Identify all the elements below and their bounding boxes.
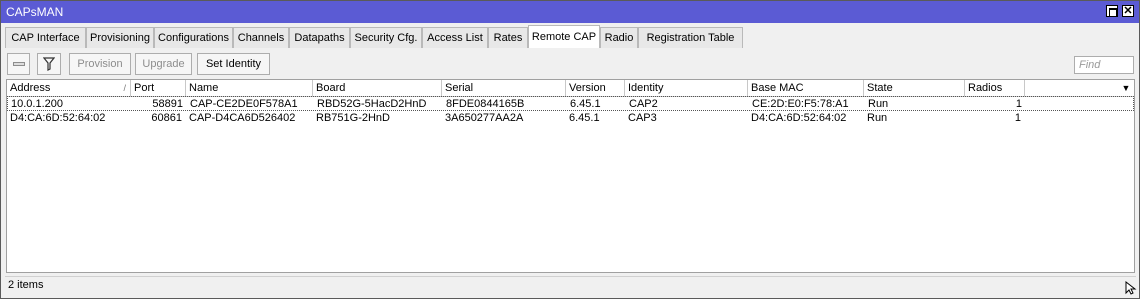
upgrade-button[interactable]: Upgrade — [135, 53, 192, 75]
cell-board: RBD52G-5HacD2HnD — [317, 98, 427, 110]
column-version[interactable]: Version — [566, 80, 625, 96]
cell-version: 6.45.1 — [569, 112, 600, 124]
column-state[interactable]: State — [864, 80, 965, 96]
status-bar: 2 items — [5, 276, 1136, 294]
column-address[interactable]: Address / — [7, 80, 131, 96]
toolbar: Provision Upgrade Set Identity Find — [5, 52, 1137, 78]
table-row[interactable]: D4:CA:6D:52:64:02 60861 CAP-D4CA6D526402… — [7, 111, 1134, 126]
tab-cap-interface[interactable]: CAP Interface — [5, 27, 86, 48]
mouse-cursor-icon — [1125, 281, 1137, 295]
column-port[interactable]: Port — [131, 80, 186, 96]
cell-address: 10.0.1.200 — [11, 98, 63, 110]
tab-radio[interactable]: Radio — [600, 27, 638, 48]
column-serial[interactable]: Serial — [442, 80, 566, 96]
cell-identity: CAP2 — [629, 98, 658, 110]
table-row[interactable]: 10.0.1.200 58891 CAP-CE2DE0F578A1 RBD52G… — [7, 96, 1134, 111]
tab-datapaths[interactable]: Datapaths — [289, 27, 350, 48]
column-board[interactable]: Board — [313, 80, 442, 96]
column-identity[interactable]: Identity — [625, 80, 748, 96]
filter-icon — [42, 57, 56, 71]
window-title: CAPsMAN — [6, 5, 64, 19]
cell-address: D4:CA:6D:52:64:02 — [10, 112, 106, 124]
cell-base-mac: CE:2D:E0:F5:78:A1 — [752, 98, 849, 110]
cell-radios: 1 — [1014, 112, 1021, 124]
cell-serial: 8FDE0844165B — [446, 98, 525, 110]
find-input[interactable]: Find — [1074, 56, 1134, 74]
column-base-mac[interactable]: Base MAC — [748, 80, 864, 96]
tab-rates[interactable]: Rates — [488, 27, 528, 48]
filter-button[interactable] — [37, 53, 61, 75]
tab-security-cfg[interactable]: Security Cfg. — [350, 27, 422, 48]
tab-channels[interactable]: Channels — [233, 27, 289, 48]
column-chooser-dropdown-icon[interactable]: ▼ — [1119, 81, 1133, 95]
sort-icon: / — [123, 83, 126, 93]
tab-access-list[interactable]: Access List — [422, 27, 488, 48]
provision-button[interactable]: Provision — [69, 53, 131, 75]
cell-serial: 3A650277AA2A — [445, 112, 524, 124]
minus-icon — [12, 62, 25, 66]
cell-port: 58891 — [152, 98, 183, 110]
title-bar[interactable]: CAPsMAN ✕ — [1, 1, 1139, 23]
cell-radios: 1 — [1015, 98, 1022, 110]
cell-identity: CAP3 — [628, 112, 657, 124]
remove-button[interactable] — [7, 53, 30, 75]
column-radios[interactable]: Radios — [965, 80, 1025, 96]
close-window-icon[interactable]: ✕ — [1122, 5, 1134, 17]
cell-version: 6.45.1 — [570, 98, 601, 110]
tab-remote-cap[interactable]: Remote CAP — [528, 25, 600, 48]
cell-board: RB751G-2HnD — [316, 112, 390, 124]
cell-state: Run — [868, 98, 889, 110]
tab-provisioning[interactable]: Provisioning — [86, 27, 154, 48]
cell-name: CAP-D4CA6D526402 — [189, 112, 296, 124]
cell-state: Run — [867, 112, 888, 124]
cell-base-mac: D4:CA:6D:52:64:02 — [751, 112, 847, 124]
column-name[interactable]: Name — [186, 80, 313, 96]
table-header: Address / Port Name Board Serial Version… — [7, 80, 1134, 97]
tab-configurations[interactable]: Configurations — [154, 27, 233, 48]
tab-registration-table[interactable]: Registration Table — [638, 27, 743, 48]
restore-window-icon[interactable] — [1106, 5, 1118, 17]
cell-name: CAP-CE2DE0F578A1 — [190, 98, 298, 110]
set-identity-button[interactable]: Set Identity — [197, 53, 270, 75]
remote-cap-table: Address / Port Name Board Serial Version… — [6, 79, 1135, 273]
cell-port: 60861 — [151, 112, 182, 124]
capsman-window: CAPsMAN ✕ CAP Interface Provisioning Con… — [0, 0, 1140, 299]
column-address-label: Address — [10, 82, 51, 94]
